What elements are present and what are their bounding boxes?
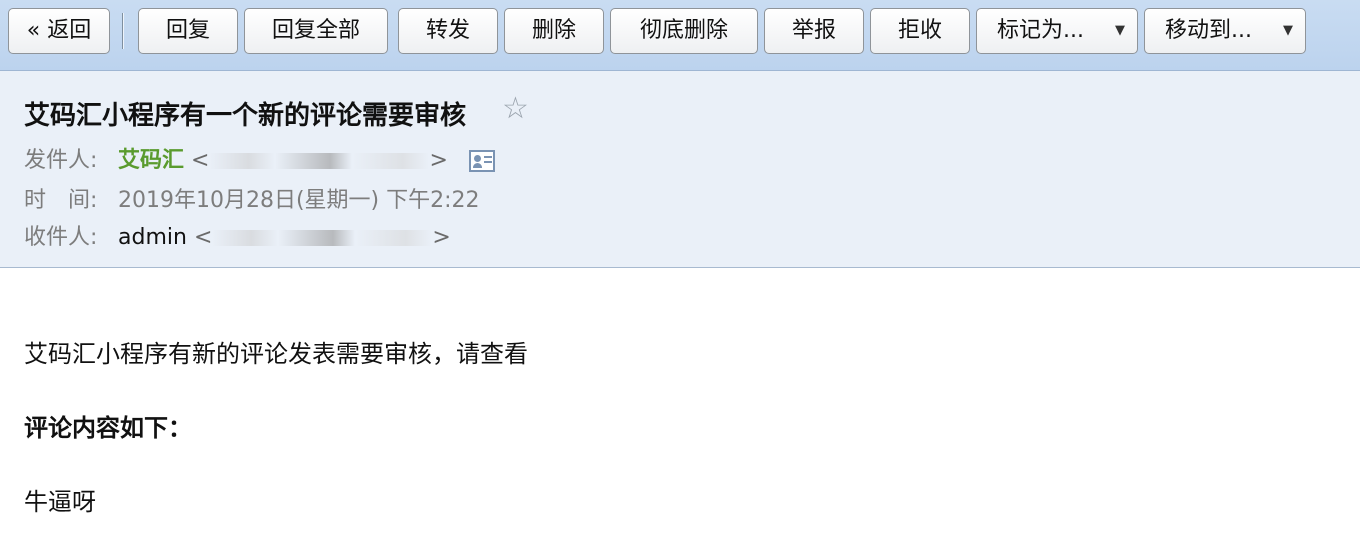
report-button[interactable]: 举报 [764,8,864,54]
toolbar-separator [122,13,124,49]
contact-card-icon[interactable] [468,150,495,172]
reject-button[interactable]: 拒收 [870,8,970,54]
redacted-recipient-address [212,230,433,246]
star-icon[interactable]: ☆ [502,91,529,126]
delete-permanently-button[interactable]: 彻底删除 [610,8,758,54]
sender-name[interactable]: 艾码汇 [118,148,184,173]
mail-header: 艾码汇小程序有一个新的评论需要审核 ☆ 发件人: 艾码汇 < > 时 间: 2019年… [0,71,1360,268]
recipient-label: 收件人: [24,225,98,250]
move-to-label: 移动到... [1165,18,1252,43]
mail-body-heading: 评论内容如下： [24,414,192,442]
back-button[interactable]: « 返回 [8,8,110,54]
forward-button[interactable]: 转发 [398,8,498,54]
time-row: 时 间: 2019年10月28日(星期一) 下午2:22 [24,186,480,216]
move-to-dropdown[interactable]: 移动到... ▼ [1144,8,1306,54]
time-label: 时 间: [24,188,98,213]
sender-row: 发件人: 艾码汇 < > [24,146,495,176]
mark-as-label: 标记为... [997,18,1084,43]
mail-subject: 艾码汇小程序有一个新的评论需要审核 [24,101,467,131]
time-value: 2019年10月28日(星期一) 下午2:22 [118,188,480,213]
sender-address-open: < [191,148,210,173]
chevron-down-icon: ▼ [1115,23,1125,38]
delete-button[interactable]: 删除 [504,8,604,54]
reply-button[interactable]: 回复 [138,8,238,54]
mail-body-line: 艾码汇小程序有新的评论发表需要审核，请查看 [24,340,528,368]
sender-label: 发件人: [24,148,98,173]
redacted-sender-address [209,153,430,169]
recipient-row: 收件人: admin < > [24,223,451,253]
chevron-down-icon: ▼ [1283,23,1293,38]
sender-address-close: > [429,148,448,173]
mail-body-comment: 牛逼呀 [24,488,96,516]
recipient-address-close: > [432,225,451,250]
reply-all-button[interactable]: 回复全部 [244,8,388,54]
recipient-address-open: < [193,225,213,250]
recipient-name[interactable]: admin [118,225,187,250]
mail-toolbar: « 返回 回复 回复全部 转发 删除 彻底删除 举报 拒收 标记为... ▼ 移… [0,0,1360,71]
mark-as-dropdown[interactable]: 标记为... ▼ [976,8,1138,54]
